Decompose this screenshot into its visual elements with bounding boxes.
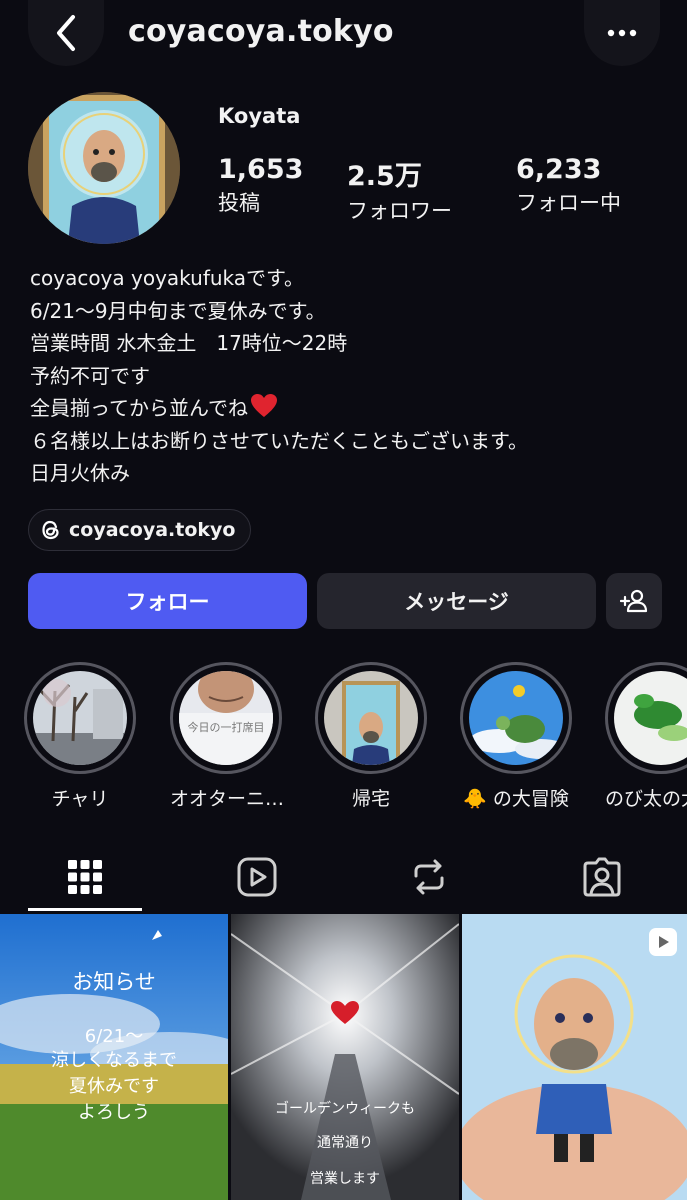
highlight-label: 帰宅 [351, 788, 390, 810]
threads-profile-link[interactable]: coyacoya.tokyo [28, 509, 252, 551]
post-text: 涼しくなるまで [51, 1050, 177, 1071]
bio-line: ６名様以上はお断りさせていただくこともございます。 [30, 428, 528, 453]
highlight-label: の大冒険 [492, 788, 569, 810]
highlight-ring [24, 662, 136, 774]
chevron-left-icon [57, 15, 75, 51]
back-button[interactable] [28, 0, 104, 66]
highlight-cover [614, 671, 687, 765]
profile-username: coyacoya.tokyo [128, 14, 394, 49]
tagged-icon [583, 857, 621, 897]
profile-bio: coyacoya yoyakufukaです。 6/21～9月中旬まで夏休みです。… [30, 262, 670, 490]
profile-avatar[interactable] [28, 92, 180, 244]
highlight-label: チャリ [51, 788, 109, 810]
post-text: 6/21～ [84, 1026, 144, 1047]
highlight-cover [469, 671, 563, 765]
post-text: お知らせ [72, 970, 156, 994]
post-tile-golden-week[interactable]: ゴールデンウィークも 通常通り 営業します [231, 914, 459, 1200]
stat-followers-count: 2.5万 [347, 161, 422, 192]
highlight-adventure[interactable]: 🐥 の大冒険 [460, 662, 572, 811]
highlight-ring [315, 662, 427, 774]
follow-button[interactable]: フォロー [28, 573, 307, 629]
bio-line-with-heart: 全員揃ってから並んでね [30, 392, 670, 425]
post-text: 夏休みです [69, 1076, 159, 1097]
highlight-label: のび太の大 [605, 788, 687, 810]
active-tab-indicator [28, 908, 142, 911]
stat-posts-label: 投稿 [218, 191, 260, 215]
top-bar: coyacoya.tokyo [0, 0, 687, 70]
highlight-kitaku[interactable]: 帰宅 [315, 662, 427, 811]
stat-followers-label: フォロワー [347, 199, 452, 223]
highlight-cover [33, 671, 127, 765]
highlight-overlay-text: 今日の一打席目 [187, 721, 265, 734]
grid-icon [68, 860, 102, 894]
threads-username: coyacoya.tokyo [69, 519, 236, 541]
add-user-icon [620, 589, 648, 613]
post-text: ゴールデンウィークも [275, 1101, 415, 1117]
reel-indicator [649, 928, 677, 956]
post-text: よろしう [78, 1102, 150, 1123]
highlight-chari[interactable]: チャリ [24, 662, 136, 811]
bio-line: 6/21～9月中旬まで夏休みです。 [30, 298, 326, 323]
chick-emoji-icon: 🐥 [463, 788, 487, 810]
stat-following[interactable]: 6,233 フォロー中 [516, 154, 621, 217]
tab-reposts[interactable] [372, 842, 486, 912]
profile-display-name: Koyata [218, 104, 301, 128]
repost-icon [414, 859, 444, 895]
tab-tagged[interactable] [545, 842, 659, 912]
post-text: 通常通り [317, 1135, 373, 1151]
highlight-ohtani[interactable]: 今日の一打席目 オオターニ… [170, 662, 282, 811]
more-icon [607, 29, 637, 37]
highlight-cover: 今日の一打席目 [179, 671, 273, 765]
highlight-cover [324, 671, 418, 765]
highlight-ring [460, 662, 572, 774]
stat-followers[interactable]: 2.5万 フォロワー [347, 154, 452, 225]
tab-reels[interactable] [200, 842, 314, 912]
stat-posts-count: 1,653 [218, 154, 304, 185]
post-tile-figure-reel[interactable] [462, 914, 687, 1200]
message-button[interactable]: メッセージ [317, 573, 596, 629]
bio-line: 日月火休み [30, 461, 130, 485]
highlight-ring: 今日の一打席目 [170, 662, 282, 774]
reels-icon [237, 857, 277, 897]
tab-posts-grid[interactable] [28, 842, 142, 912]
heart-icon [251, 394, 277, 417]
profile-tabs [0, 842, 687, 914]
reels-icon [659, 936, 669, 948]
more-options-button[interactable] [584, 0, 660, 66]
bio-line: coyacoya yoyakufukaです。 [30, 266, 305, 290]
highlight-ring [605, 662, 687, 774]
post-tile-notice[interactable]: お知らせ 6/21～ 涼しくなるまで 夏休みです よろしう [0, 914, 228, 1200]
bio-line: 予約不可です [30, 363, 150, 388]
bio-line: 営業時間 水木金土 17時位～22時 [30, 331, 348, 355]
bio-line-text: 全員揃ってから並んでね [30, 396, 248, 420]
stat-posts[interactable]: 1,653 投稿 [218, 154, 303, 217]
highlight-label: オオターニ… [170, 788, 282, 810]
threads-icon [42, 520, 59, 540]
suggested-users-button[interactable] [606, 573, 662, 629]
post-text: 営業します [310, 1171, 380, 1187]
highlight-label-row: 🐥 の大冒険 [460, 784, 572, 811]
highlight-nobita[interactable]: のび太の大 [605, 662, 687, 811]
stat-following-label: フォロー中 [516, 191, 621, 215]
stat-following-count: 6,233 [516, 154, 602, 185]
